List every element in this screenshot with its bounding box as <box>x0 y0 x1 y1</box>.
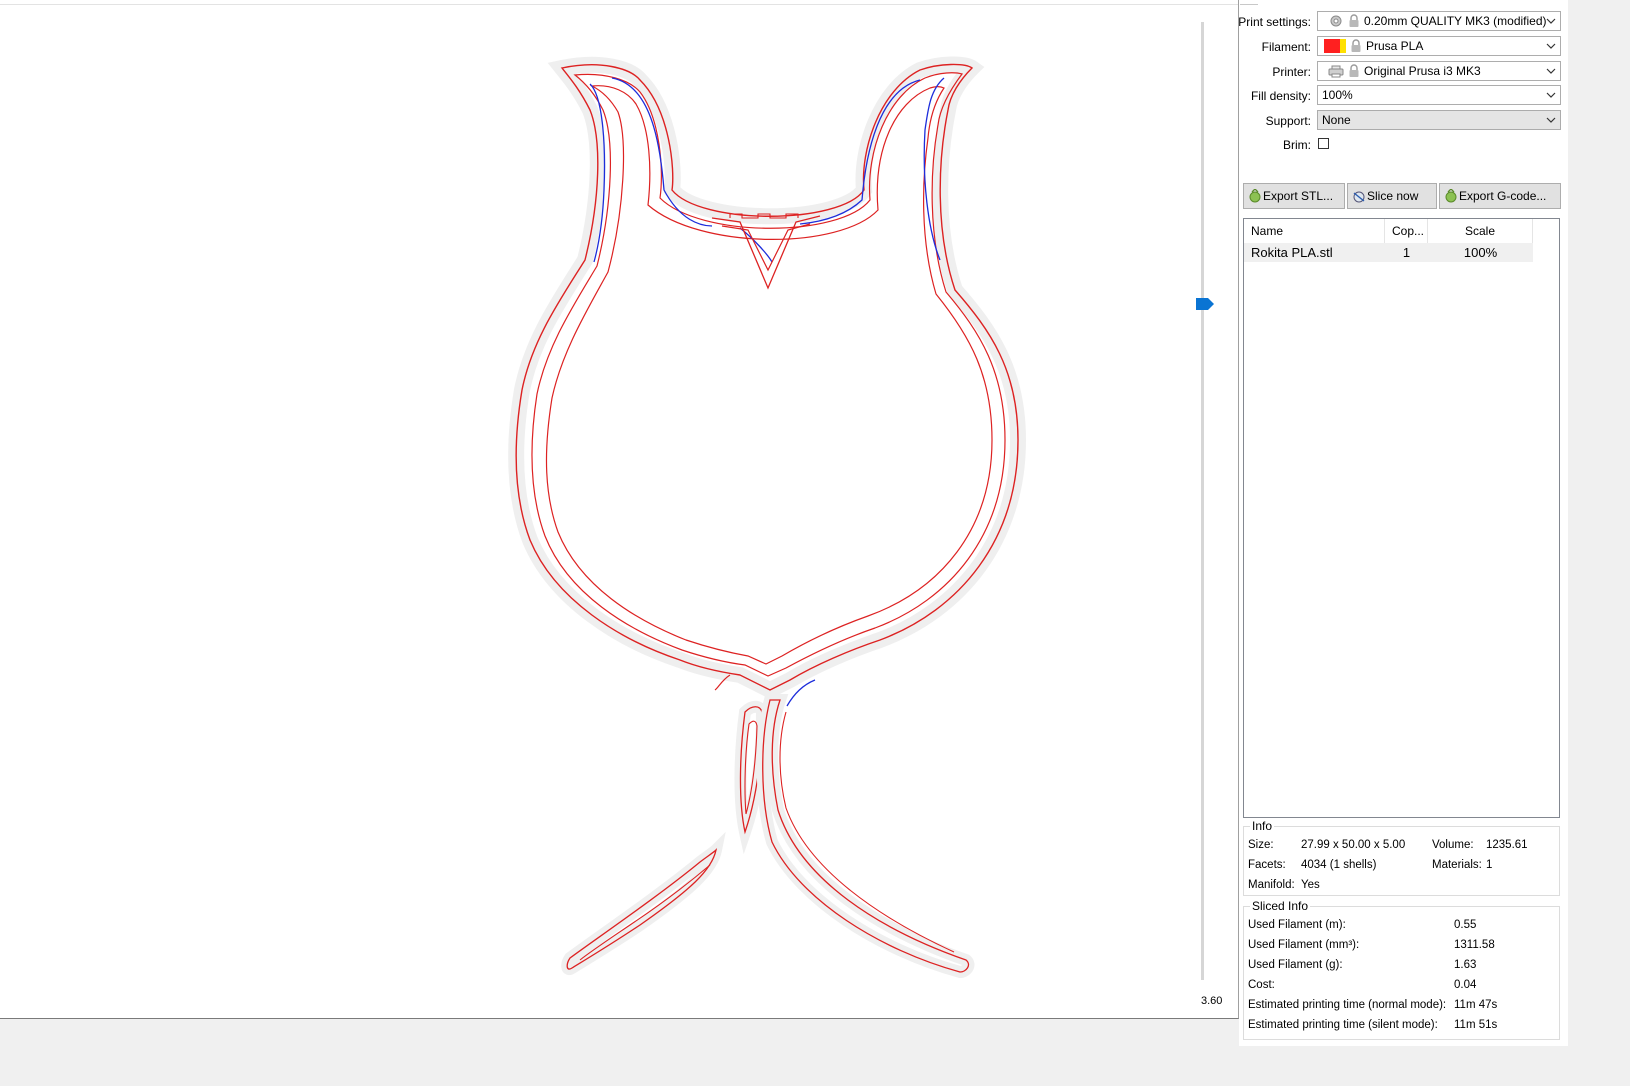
support-combo[interactable]: None <box>1317 110 1561 130</box>
manifold-label: Manifold: <box>1248 879 1295 891</box>
fill-density-row: Fill density: 100% <box>1239 85 1568 107</box>
object-list-header: Name Cop... Scale <box>1244 219 1559 243</box>
print-time-silent-label: Estimated printing time (silent mode): <box>1248 1019 1438 1031</box>
column-header-copies[interactable]: Cop... <box>1385 219 1428 243</box>
chevron-down-icon <box>1546 43 1556 49</box>
used-filament-g-value: 1.63 <box>1454 959 1477 971</box>
size-label: Size: <box>1248 839 1274 851</box>
layer-preview-canvas[interactable]: 3.60 <box>0 0 1239 1019</box>
fill-density-label: Fill density: <box>1250 89 1311 103</box>
printer-value: Original Prusa i3 MK3 <box>1364 64 1481 78</box>
printer-combo[interactable]: Original Prusa i3 MK3 <box>1317 61 1561 81</box>
used-filament-g-label: Used Filament (g): <box>1248 959 1343 971</box>
column-header-scale[interactable]: Scale <box>1428 219 1533 243</box>
lock-icon <box>1348 64 1360 78</box>
printer-row: Printer: Original Prusa i3 MK3 <box>1239 61 1568 83</box>
print-settings-row: Print settings: 0.20mm QUALITY MK3 (modi… <box>1238 11 1568 33</box>
object-name-cell: Rokita PLA.stl <box>1251 245 1333 260</box>
export-stl-label: Export STL... <box>1263 189 1334 203</box>
cost-value: 0.04 <box>1454 979 1477 991</box>
gear-icon <box>1328 14 1344 28</box>
brim-checkbox[interactable] <box>1318 138 1329 149</box>
table-row[interactable]: Rokita PLA.stl 1 100% <box>1244 243 1533 262</box>
manifold-value: Yes <box>1301 879 1320 891</box>
materials-value: 1 <box>1486 859 1493 871</box>
slice-icon <box>1353 191 1365 203</box>
printer-icon <box>1328 64 1344 78</box>
object-list[interactable]: Name Cop... Scale Rokita PLA.stl 1 100% <box>1243 218 1560 818</box>
filament-combo[interactable]: Prusa PLA <box>1317 36 1561 56</box>
used-filament-mm3-value: 1311.58 <box>1454 939 1495 951</box>
lock-icon <box>1348 14 1360 28</box>
used-filament-mm3-label: Used Filament (mm³): <box>1248 939 1360 951</box>
export-gcode-button[interactable]: Export G-code... <box>1439 183 1561 209</box>
brim-label: Brim: <box>1283 138 1311 152</box>
chevron-down-icon <box>1546 92 1556 98</box>
fill-density-combo[interactable]: 100% <box>1317 85 1561 105</box>
print-time-silent-value: 11m 51s <box>1454 1019 1498 1031</box>
used-filament-m-value: 0.55 <box>1454 919 1477 931</box>
fill-density-value: 100% <box>1322 88 1353 102</box>
brim-row: Brim: <box>1239 134 1568 156</box>
size-value: 27.99 x 50.00 x 5.00 <box>1301 839 1406 851</box>
printer-label: Printer: <box>1272 65 1311 79</box>
info-title: Info <box>1250 819 1275 833</box>
support-label: Support: <box>1265 114 1311 128</box>
layer-slider-thumb[interactable] <box>1196 298 1214 310</box>
slice-now-label: Slice now <box>1367 189 1419 203</box>
sliced-info-group: Sliced Info Used Filament (m): 0.55 Used… <box>1243 899 1560 1040</box>
filament-label: Filament: <box>1261 40 1311 54</box>
print-time-normal-label: Estimated printing time (normal mode): <box>1248 999 1447 1011</box>
volume-label: Volume: <box>1432 839 1474 851</box>
filament-value: Prusa PLA <box>1366 39 1424 53</box>
print-settings-combo[interactable]: 0.20mm QUALITY MK3 (modified) <box>1317 11 1561 31</box>
layer-slider-track[interactable] <box>1201 22 1204 980</box>
status-bar <box>0 1019 1238 1046</box>
chevron-down-icon <box>1546 68 1556 74</box>
print-time-normal-value: 11m 47s <box>1454 999 1498 1011</box>
print-settings-value: 0.20mm QUALITY MK3 (modified) <box>1364 14 1547 28</box>
export-gcode-label: Export G-code... <box>1459 189 1547 203</box>
object-scale-cell: 100% <box>1463 245 1498 260</box>
info-group: Info Size: 27.99 x 50.00 x 5.00 Volume: … <box>1243 819 1560 896</box>
export-icon <box>1249 189 1261 203</box>
object-copies-cell: 1 <box>1402 245 1411 260</box>
sliced-layer-toolpaths <box>0 0 1238 979</box>
support-value: None <box>1322 113 1351 127</box>
cost-label: Cost: <box>1248 979 1275 991</box>
volume-value: 1235.61 <box>1486 839 1528 851</box>
print-settings-label: Print settings: <box>1238 15 1311 29</box>
filament-row: Filament: Prusa PLA <box>1239 36 1568 58</box>
lock-icon <box>1350 39 1362 53</box>
column-header-name[interactable]: Name <box>1244 219 1385 243</box>
settings-panel: Print settings: 0.20mm QUALITY MK3 (modi… <box>1238 0 1568 1046</box>
export-stl-button[interactable]: Export STL... <box>1243 183 1345 209</box>
chevron-down-icon <box>1546 117 1556 123</box>
facets-label: Facets: <box>1248 859 1286 871</box>
used-filament-m-label: Used Filament (m): <box>1248 919 1346 931</box>
chevron-down-icon <box>1546 18 1556 24</box>
filament-color-swatch-icon <box>1324 39 1346 53</box>
support-row: Support: None <box>1239 110 1568 132</box>
facets-value: 4034 (1 shells) <box>1301 859 1377 871</box>
layer-height-readout: 3.60 <box>1201 995 1223 1007</box>
panel-top-divider <box>1240 4 1258 5</box>
slice-now-button[interactable]: Slice now <box>1347 183 1437 209</box>
export-icon <box>1445 189 1457 203</box>
sliced-info-title: Sliced Info <box>1250 899 1311 913</box>
materials-label: Materials: <box>1432 859 1482 871</box>
